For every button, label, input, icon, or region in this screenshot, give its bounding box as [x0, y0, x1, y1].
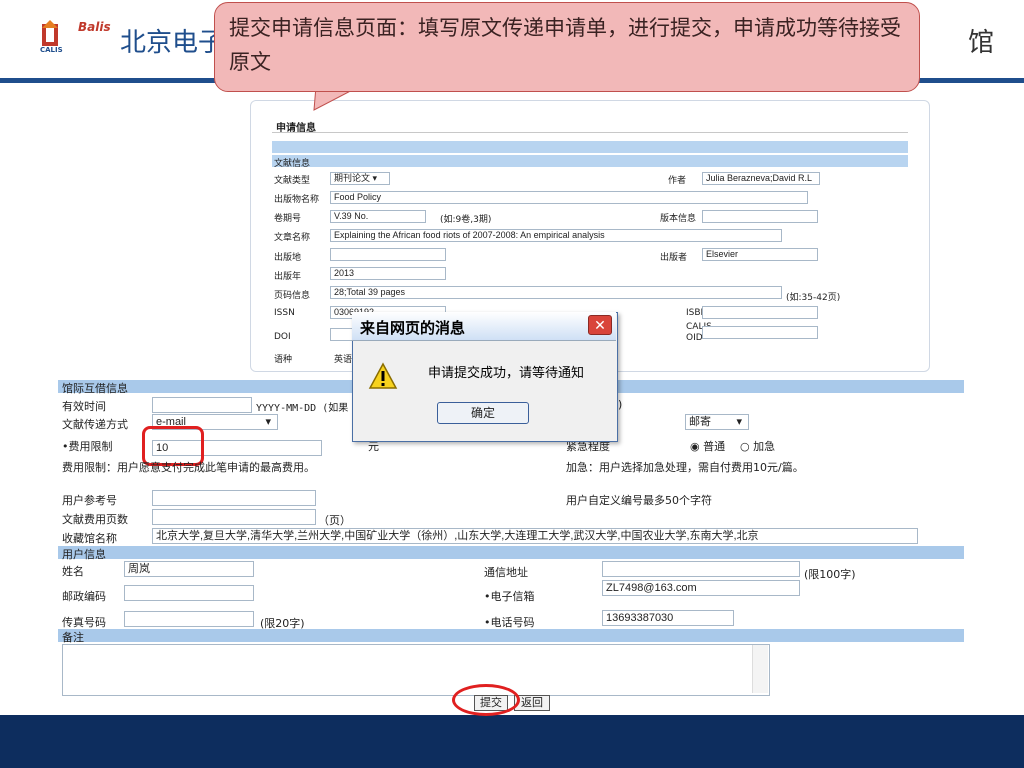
- name-label: 姓名: [62, 565, 84, 578]
- urgency-normal-radio[interactable]: ◉ 普通: [690, 438, 725, 454]
- library-label: 收藏馆名称: [62, 532, 117, 545]
- publisher-label: 出版者: [660, 253, 688, 263]
- ref-number-note: 用户自定义编号最多50个字符: [566, 494, 712, 507]
- article-field[interactable]: Explaining the African food riots of 200…: [330, 229, 782, 242]
- rush-note: 加急：用户选择加急处理，需自付费用10元/篇。: [566, 461, 804, 474]
- title-divider: [272, 132, 908, 133]
- remark-textarea[interactable]: [62, 644, 770, 696]
- valid-time-hint: YYYY-MM-DD (如果: [256, 403, 349, 414]
- address-hint: (限100字): [804, 568, 856, 581]
- author-field[interactable]: Julia Berazneva;David R.L: [702, 172, 820, 185]
- doc-type-label: 文献类型: [274, 176, 311, 186]
- calis-logo-icon: CALIS: [40, 20, 74, 58]
- fee-note: 费用限制：用户愿意支付完成此笔申请的最高费用。: [62, 461, 315, 474]
- fax-label: 传真号码: [62, 616, 106, 629]
- close-icon[interactable]: ✕: [588, 315, 612, 335]
- dialog-title: 来自网页的消息: [360, 319, 466, 337]
- name-field[interactable]: 周岚: [124, 561, 254, 577]
- address-label: 通信地址: [484, 566, 528, 579]
- submit-highlight-oval: [452, 684, 520, 716]
- urgency-rush-radio[interactable]: ○ 加急: [740, 438, 775, 454]
- doc-type-select[interactable]: 期刊论文 ▾: [330, 172, 390, 185]
- pages-unit: （页）: [318, 514, 351, 527]
- email-field[interactable]: ZL7498@163.com: [602, 580, 800, 596]
- zip-label: 邮政编码: [62, 590, 106, 603]
- year-label: 出版年: [274, 272, 302, 282]
- ref-number-label: 用户参考号: [62, 494, 117, 507]
- section-user-info: 用户信息: [62, 548, 106, 561]
- doi-label: DOI: [274, 332, 291, 342]
- section-document-info: 文献信息: [274, 159, 311, 169]
- section-band-user: [58, 546, 964, 559]
- mail-select[interactable]: 邮寄 ▾: [685, 414, 749, 430]
- dialog-message: 申请提交成功，请等待通知: [428, 366, 585, 381]
- pages-label: 页码信息: [274, 291, 311, 301]
- header-right-fragment: 馆: [968, 28, 995, 58]
- isbn-field[interactable]: [702, 306, 818, 319]
- volume-field[interactable]: V.39 No.: [330, 210, 426, 223]
- volume-label: 卷期号: [274, 214, 302, 224]
- pages-fee-field[interactable]: [152, 509, 316, 525]
- balis-logo-label: Balis: [78, 20, 111, 34]
- article-label: 文章名称: [274, 233, 311, 243]
- place-label: 出版地: [274, 253, 302, 263]
- calis-oid-field[interactable]: [702, 326, 818, 339]
- footer-band: [0, 715, 1024, 768]
- radio-empty-icon: ○: [740, 440, 750, 453]
- pages-field[interactable]: 28;Total 39 pages: [330, 286, 782, 299]
- remark-label: 备注: [62, 631, 84, 644]
- valid-time-field[interactable]: [152, 397, 252, 413]
- place-field[interactable]: [330, 248, 446, 261]
- publisher-field[interactable]: Elsevier: [702, 248, 818, 261]
- zip-field[interactable]: [124, 585, 254, 601]
- radio-selected-icon: ◉: [690, 440, 700, 453]
- valid-time-tail: ): [618, 398, 623, 411]
- warning-icon: [368, 362, 398, 393]
- chevron-down-icon: ▾: [736, 416, 742, 428]
- delivery-label: 文献传递方式: [62, 418, 128, 431]
- pages-fee-label: 文献费用页数: [62, 513, 128, 526]
- publication-label: 出版物名称: [274, 195, 320, 205]
- author-label: 作者: [668, 176, 687, 186]
- issn-label: ISSN: [274, 308, 295, 318]
- ok-button[interactable]: 确定: [437, 402, 529, 424]
- pages-hint: (如:35-42页): [786, 293, 841, 303]
- publication-field[interactable]: Food Policy: [330, 191, 808, 204]
- volume-hint: (如:9卷,3期): [440, 215, 492, 225]
- fax-field[interactable]: [124, 611, 254, 627]
- valid-time-label: 有效时间: [62, 400, 106, 413]
- logo-sub-label: CALIS: [40, 46, 63, 54]
- section-ill-info: 馆际互借信息: [62, 382, 128, 395]
- language-label: 语种: [274, 355, 293, 365]
- email-label: •电子信箱: [484, 590, 535, 603]
- phone-field[interactable]: 13693387030: [602, 610, 734, 626]
- remark-scrollbar[interactable]: [752, 645, 768, 693]
- header-title: 北京电子: [120, 28, 225, 58]
- ref-number-field[interactable]: [152, 490, 316, 506]
- chevron-down-icon: ▾: [265, 416, 271, 428]
- section-band-document: [272, 155, 908, 167]
- fee-limit-label: •费用限制: [62, 440, 113, 453]
- phone-label: •电话号码: [484, 616, 535, 629]
- library-field[interactable]: 北京大学,复旦大学,清华大学,兰州大学,中国矿业大学（徐州）,山东大学,大连理工…: [152, 528, 918, 544]
- section-band-remark: [58, 629, 964, 642]
- year-field[interactable]: 2013: [330, 267, 446, 280]
- edition-field[interactable]: [702, 210, 818, 223]
- edition-label: 版本信息: [660, 214, 697, 224]
- chevron-down-icon: ▾: [372, 173, 378, 183]
- annotation-callout: 提交申请信息页面：填写原文传递申请单，进行提交，申请成功等待接受原文: [214, 2, 920, 92]
- blank-band: [272, 141, 908, 153]
- address-field[interactable]: [602, 561, 800, 577]
- language-value: 英语: [334, 355, 353, 365]
